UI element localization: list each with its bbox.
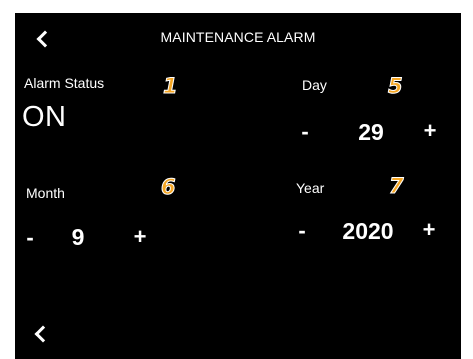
month-label: Month <box>26 185 65 201</box>
month-value: 9 <box>71 224 85 250</box>
month-increment-button[interactable]: + <box>129 226 151 248</box>
alarm-status-value[interactable]: ON <box>22 101 67 134</box>
alarm-status-label: Alarm Status <box>24 75 105 91</box>
callout-badge-5: 5 <box>388 74 404 98</box>
day-increment-button[interactable]: + <box>419 120 441 142</box>
callout-badge-7: 7 <box>389 174 405 198</box>
bottom-back-chevron-icon[interactable] <box>34 325 52 343</box>
day-value: 29 <box>358 119 384 145</box>
year-increment-button[interactable]: + <box>418 219 440 241</box>
year-decrement-button[interactable]: - <box>291 220 313 242</box>
month-decrement-button[interactable]: - <box>19 227 41 249</box>
day-label: Day <box>302 77 327 93</box>
day-decrement-button[interactable]: - <box>294 121 316 143</box>
callout-badge-1: 1 <box>163 74 179 98</box>
year-label: Year <box>296 180 325 196</box>
callout-badge-6: 6 <box>161 175 177 199</box>
year-value: 2020 <box>342 218 394 244</box>
device-screen: MAINTENANCE ALARM Alarm Status ON 1 Day … <box>15 13 461 359</box>
page-title: MAINTENANCE ALARM <box>160 29 316 45</box>
